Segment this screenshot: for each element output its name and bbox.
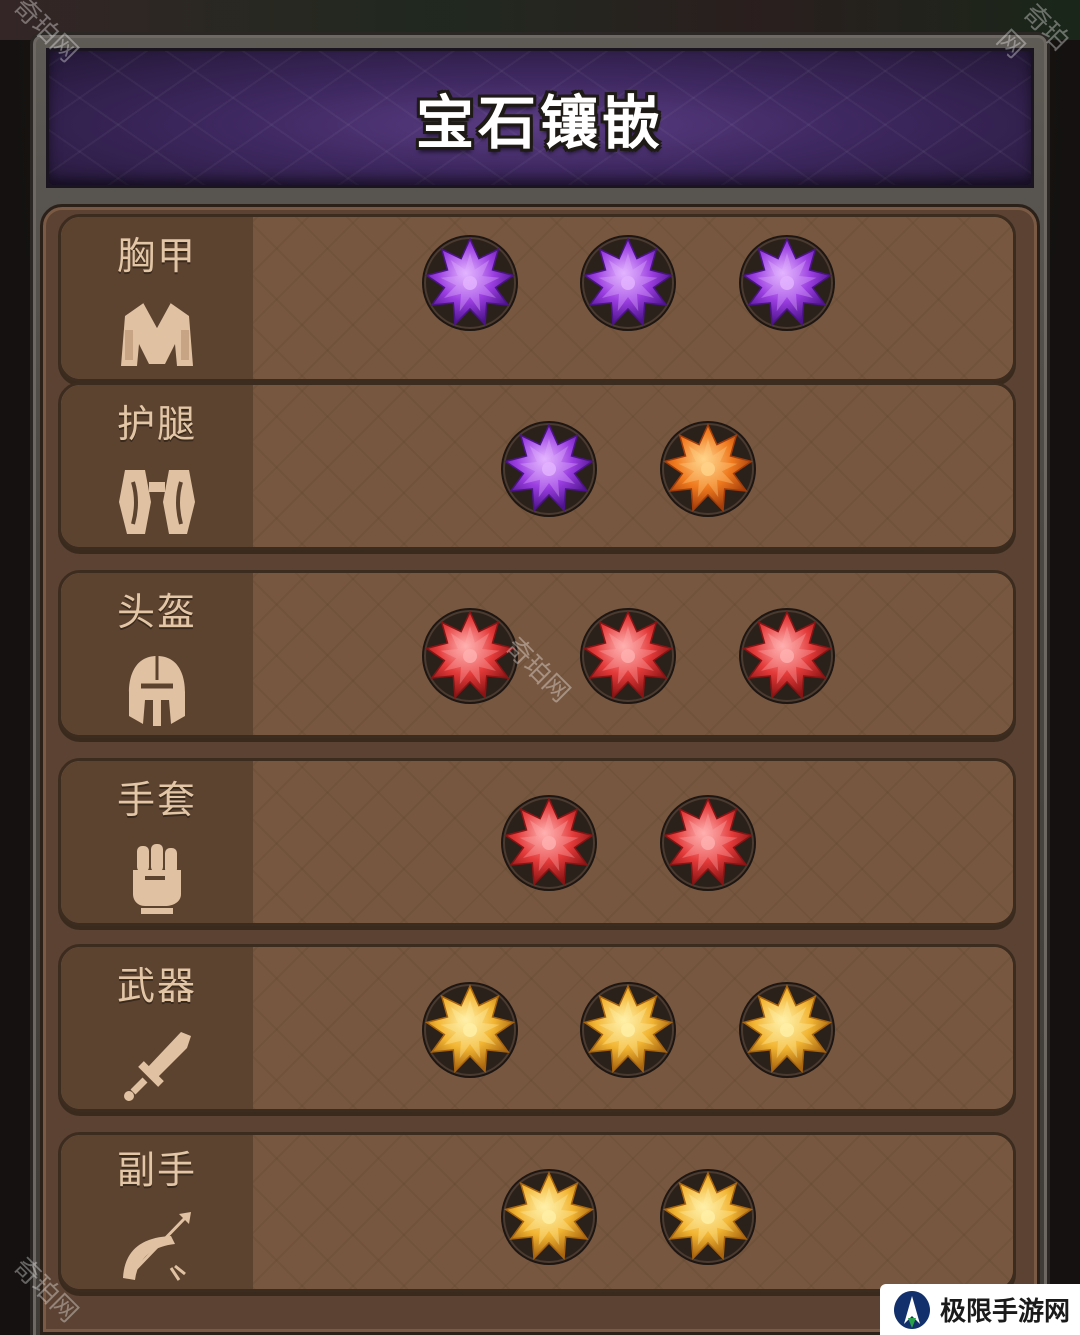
equipment-name: 护腿 <box>116 401 197 446</box>
equipment-slot-label-area: 胸甲 <box>61 217 253 379</box>
orange-gem-socket[interactable] <box>658 419 758 519</box>
purple-gem-socket[interactable] <box>499 419 599 519</box>
chest-armor-icon <box>121 300 193 366</box>
purple-gem-socket[interactable] <box>578 233 678 333</box>
helmet-icon <box>129 655 185 726</box>
red-gem-socket[interactable] <box>737 606 837 706</box>
red-gem-socket[interactable] <box>658 793 758 893</box>
red-gem-socket[interactable] <box>578 606 678 706</box>
equipment-slot-label-area: 武器 <box>61 947 253 1109</box>
purple-gem-socket[interactable] <box>737 233 837 333</box>
gold-gem-socket[interactable] <box>737 980 837 1080</box>
equipment-slot-label-area: 副手 <box>61 1135 253 1289</box>
equipment-slot-label-area: 护腿 <box>61 385 253 547</box>
gold-gem-socket[interactable] <box>499 1167 599 1267</box>
gold-gem-socket[interactable] <box>420 980 520 1080</box>
gem-inlay-header: 宝石镶嵌 <box>46 48 1034 188</box>
red-gem-socket[interactable] <box>499 793 599 893</box>
equipment-name: 副手 <box>116 1147 197 1192</box>
gem-socket-area <box>253 761 1013 923</box>
equipment-row-chest[interactable]: 胸甲 <box>58 214 1016 382</box>
gold-gem-socket[interactable] <box>578 980 678 1080</box>
site-logo-text: 极限手游网 <box>940 1297 1071 1327</box>
site-logo: 极限手游网 <box>880 1284 1080 1335</box>
sword-icon <box>124 1031 191 1101</box>
gem-socket-area <box>253 385 1013 547</box>
equipment-name: 头盔 <box>116 589 197 634</box>
leg-guard-icon <box>119 469 195 534</box>
gem-socket-area <box>253 1135 1013 1289</box>
equipment-name: 武器 <box>116 963 197 1008</box>
game-screen: 宝石镶嵌 胸甲 护腿 头盔 手套 武器 副手 奇珀网 奇珀网 奇珀网 奇珀网 极… <box>0 0 1080 1335</box>
gold-gem-socket[interactable] <box>658 1167 758 1267</box>
equipment-slot-label-area: 头盔 <box>61 573 253 735</box>
bow-icon <box>123 1211 191 1281</box>
gauntlet-fist-icon <box>133 843 181 914</box>
equipment-name: 手套 <box>116 777 197 822</box>
page-title: 宝石镶嵌 <box>415 89 664 157</box>
equipment-name: 胸甲 <box>116 233 197 278</box>
purple-gem-socket[interactable] <box>420 233 520 333</box>
equipment-slot-label-area: 手套 <box>61 761 253 923</box>
site-logo-icon <box>894 1290 930 1329</box>
equipment-row-weapon[interactable]: 武器 <box>58 944 1016 1112</box>
